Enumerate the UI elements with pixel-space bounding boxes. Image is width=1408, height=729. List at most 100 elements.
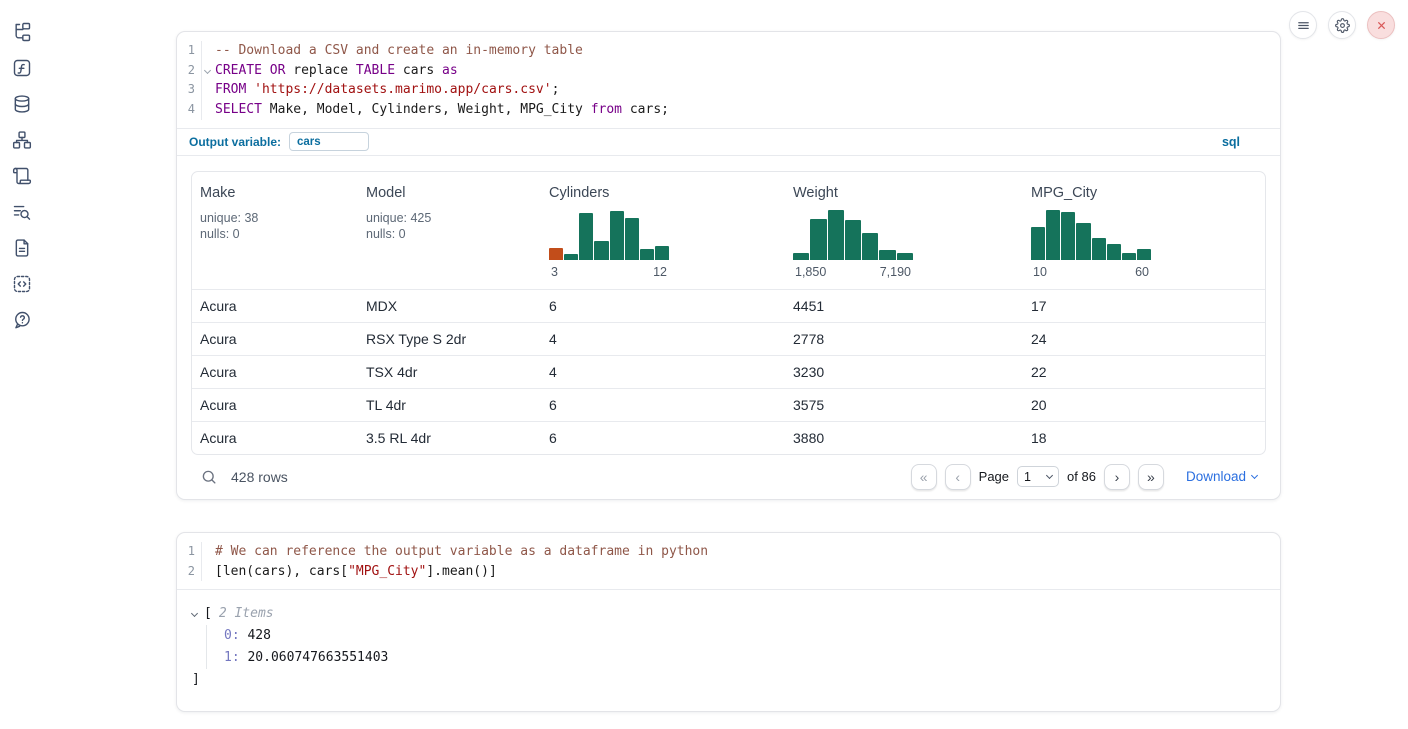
histogram-bar[interactable] [1122, 253, 1136, 260]
output-list: 0: 4281: 20.060747663551403 [206, 625, 1265, 669]
items-count: 2 Items [219, 603, 274, 625]
close-icon [1374, 18, 1389, 33]
table-cell: 20 [1023, 397, 1265, 413]
python-code-editor[interactable]: 1# We can reference the output variable … [177, 533, 1280, 589]
collapse-chevron-icon[interactable] [191, 610, 198, 617]
histogram-bars [1031, 210, 1151, 260]
settings-button[interactable] [1328, 11, 1356, 39]
table-cell: 3880 [785, 430, 1023, 446]
table-cell: 4451 [785, 298, 1023, 314]
histogram-bar[interactable] [625, 218, 639, 260]
column-stat-unique: unique: 38 [200, 210, 350, 227]
search-icon[interactable] [200, 468, 218, 486]
table-cell: 17 [1023, 298, 1265, 314]
table-output: Make unique: 38 nulls: 0 Model unique: 4… [177, 156, 1280, 499]
table-row[interactable]: AcuraMDX6445117 [192, 289, 1265, 322]
file-tree-icon[interactable] [12, 22, 32, 42]
histogram-bar[interactable] [828, 210, 844, 260]
histogram-bars [549, 210, 669, 260]
page-select[interactable]: 1 [1017, 466, 1059, 487]
dependency-graph-icon[interactable] [12, 130, 32, 150]
document-icon[interactable] [12, 238, 32, 258]
column-stat-nulls: nulls: 0 [200, 226, 350, 243]
histogram-bar[interactable] [862, 233, 878, 260]
first-page-button[interactable]: « [911, 464, 937, 490]
code-line[interactable]: -- Download a CSV and create an in-memor… [202, 41, 583, 61]
last-page-button[interactable]: » [1138, 464, 1164, 490]
logs-icon[interactable] [12, 202, 32, 222]
column-mpg-city[interactable]: MPG_City 1060 [1023, 172, 1265, 289]
histogram-bar[interactable] [1107, 244, 1121, 260]
database-icon[interactable] [12, 94, 32, 114]
histogram-bar[interactable] [655, 246, 669, 260]
histogram-bar[interactable] [793, 253, 809, 260]
code-line[interactable]: # We can reference the output variable a… [202, 542, 708, 562]
table-cell: 2778 [785, 331, 1023, 347]
mpg-city-histogram: 1060 [1031, 210, 1151, 279]
histogram-bar[interactable] [1061, 212, 1075, 260]
column-label: Weight [793, 185, 1015, 201]
histogram-bar[interactable] [897, 253, 913, 260]
table-row[interactable]: AcuraTL 4dr6357520 [192, 388, 1265, 421]
histogram-bar[interactable] [1137, 249, 1151, 260]
histogram-bar[interactable] [845, 220, 861, 260]
code-line[interactable]: SELECT Make, Model, Cylinders, Weight, M… [202, 100, 669, 120]
histogram-bar[interactable] [1076, 223, 1090, 260]
histogram-bar[interactable] [549, 248, 563, 260]
table-cell: 3575 [785, 397, 1023, 413]
histogram-bar[interactable] [640, 249, 654, 260]
sidebar-panel [0, 0, 44, 729]
table-row[interactable]: AcuraRSX Type S 2dr4277824 [192, 322, 1265, 355]
histogram-axis-labels: 1060 [1031, 265, 1151, 279]
column-label: Cylinders [549, 185, 777, 201]
histogram-axis-labels: 312 [549, 265, 669, 279]
language-badge[interactable]: sql [1222, 135, 1240, 149]
hamburger-icon [1296, 18, 1311, 33]
chevron-down-icon [1046, 472, 1053, 479]
output-list-header: [ 2 Items [192, 603, 1265, 625]
histogram-bar[interactable] [1046, 210, 1060, 260]
table-cell: 22 [1023, 364, 1265, 380]
column-cylinders[interactable]: Cylinders 312 [541, 172, 785, 289]
code-line[interactable]: [len(cars), cars["MPG_City"].mean()] [202, 562, 497, 582]
table-cell: 4 [541, 331, 785, 347]
prev-page-button[interactable]: ‹ [945, 464, 971, 490]
histogram-bar[interactable] [810, 219, 826, 260]
gear-icon [1335, 18, 1350, 33]
column-label: Model [366, 185, 533, 201]
histogram-bar[interactable] [594, 241, 608, 260]
column-make[interactable]: Make unique: 38 nulls: 0 [192, 172, 358, 289]
table-cell: 6 [541, 430, 785, 446]
snippets-icon[interactable] [12, 274, 32, 294]
output-variable-input[interactable] [289, 132, 369, 151]
table-footer: 428 rows « ‹ Page 1 of 86 › » Download [191, 455, 1266, 499]
code-line[interactable]: FROM 'https://datasets.marimo.app/cars.c… [202, 80, 559, 100]
histogram-bar[interactable] [610, 211, 624, 260]
histogram-bar[interactable] [579, 213, 593, 260]
sql-code-editor[interactable]: 1-- Download a CSV and create an in-memo… [177, 32, 1280, 128]
menu-button[interactable] [1289, 11, 1317, 39]
next-page-button[interactable]: › [1104, 464, 1130, 490]
histogram-bars [793, 210, 913, 260]
table-cell: TSX 4dr [358, 364, 541, 380]
weight-histogram: 1,8507,190 [793, 210, 913, 279]
pagination: « ‹ Page 1 of 86 › » Download [911, 464, 1257, 490]
histogram-bar[interactable] [1031, 227, 1045, 260]
line-number: 3 [177, 80, 202, 100]
python-output: [ 2 Items 0: 4281: 20.060747663551403 ] [177, 589, 1280, 711]
shutdown-button[interactable] [1367, 11, 1395, 39]
column-model[interactable]: Model unique: 425 nulls: 0 [358, 172, 541, 289]
code-line[interactable]: CREATE OR replace TABLE cars as [202, 61, 458, 81]
histogram-bar[interactable] [879, 250, 895, 260]
help-icon[interactable] [12, 310, 32, 330]
table-row[interactable]: AcuraTSX 4dr4323022 [192, 355, 1265, 388]
output-variable-label: Output variable: [189, 135, 281, 149]
column-weight[interactable]: Weight 1,8507,190 [785, 172, 1023, 289]
scroll-icon[interactable] [12, 166, 32, 186]
function-icon[interactable] [12, 58, 32, 78]
download-button[interactable]: Download [1186, 469, 1257, 484]
histogram-bar[interactable] [564, 254, 578, 260]
close-bracket: ] [192, 669, 1265, 691]
histogram-bar[interactable] [1092, 238, 1106, 260]
table-row[interactable]: Acura3.5 RL 4dr6388018 [192, 421, 1265, 454]
